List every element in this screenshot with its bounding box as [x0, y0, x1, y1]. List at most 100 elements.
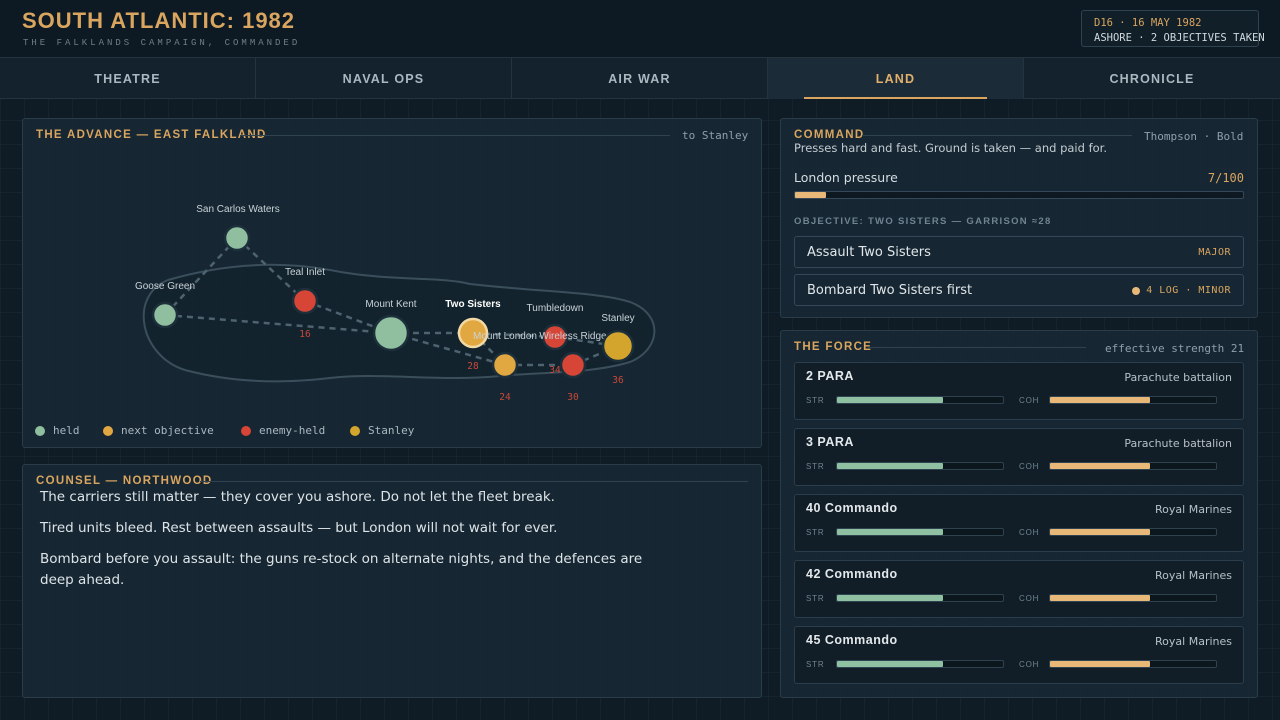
unit-card-2-para[interactable]: 2 PARA Parachute battalion STR COH [794, 362, 1244, 420]
unit-type: Parachute battalion [1124, 437, 1232, 450]
garrison-value-tumbledown: 34 [549, 365, 561, 376]
legend-next-objective-label: next objective [121, 424, 214, 437]
location-label-stanley: Stanley [601, 313, 634, 324]
unit-card-3-para[interactable]: 3 PARA Parachute battalion STR COH [794, 428, 1244, 486]
force-title-rule [868, 347, 1086, 348]
garrison-value-mount-london: 24 [499, 392, 511, 403]
strength-fill [837, 661, 944, 667]
strength-fill [837, 463, 944, 469]
coh-label: COH [1019, 462, 1040, 471]
location-label-mount-kent: Mount Kent [365, 299, 416, 310]
legend-held-label: held [53, 424, 80, 437]
location-label-tumbledown: Tumbledown [527, 303, 584, 314]
london-pressure-fill [795, 192, 827, 198]
unit-card-40-commando[interactable]: 40 Commando Royal Marines STR COH [794, 494, 1244, 552]
strength-fill [837, 397, 944, 403]
cohesion-bar [1049, 462, 1217, 470]
enemy-held-dot-icon [241, 425, 251, 436]
legend-enemy-held: enemy-held [241, 424, 325, 437]
bombard-option-button[interactable]: Bombard Two Sisters first 4 LOG · MINOR [794, 274, 1244, 306]
option-label: Assault Two Sisters [807, 245, 931, 260]
location-node-goose-green[interactable] [151, 301, 179, 329]
command-title-rule [862, 135, 1132, 136]
location-node-stanley[interactable] [601, 329, 635, 363]
location-label-wireless-ridge: Wireless Ridge [539, 331, 607, 342]
option-tag: 4 LOG · MINOR [1132, 285, 1231, 296]
unit-name: 42 Commando [806, 567, 898, 581]
unit-type: Royal Marines [1155, 635, 1232, 648]
cohesion-fill [1050, 529, 1150, 535]
cohesion-fill [1050, 595, 1150, 601]
london-pressure-label: London pressure [794, 170, 898, 185]
unit-card-45-commando[interactable]: 45 Commando Royal Marines STR COH [794, 626, 1244, 684]
location-label-two-sisters: Two Sisters [445, 299, 501, 310]
unit-card-42-commando[interactable]: 42 Commando Royal Marines STR COH [794, 560, 1244, 618]
location-label-teal-inlet: Teal Inlet [285, 267, 325, 278]
counsel-paragraph: Tired units bleed. Rest between assaults… [40, 520, 558, 536]
strength-bar [836, 528, 1004, 536]
unit-type: Parachute battalion [1124, 371, 1232, 384]
legend-held: held [35, 424, 80, 437]
commander-name: Thompson · Bold [1144, 130, 1244, 143]
legend-next-objective: next objective [103, 424, 214, 437]
strength-fill [837, 595, 944, 601]
strength-bar [836, 594, 1004, 602]
cohesion-fill [1050, 463, 1150, 469]
commander-description: Presses hard and fast. Ground is taken —… [794, 141, 1107, 155]
unit-name: 40 Commando [806, 501, 898, 515]
garrison-value-two-sisters: 28 [467, 361, 479, 372]
unit-name: 45 Commando [806, 633, 898, 647]
str-label: STR [806, 594, 825, 603]
option-tag: MAJOR [1198, 247, 1231, 258]
legend-enemy-held-label: enemy-held [259, 424, 326, 437]
location-node-mount-london[interactable] [491, 351, 519, 379]
garrison-value-teal-inlet: 16 [299, 329, 311, 340]
unit-name: 3 PARA [806, 435, 854, 449]
garrison-value-wireless-ridge: 30 [567, 392, 579, 403]
counsel-title: COUNSEL — NORTHWOOD [36, 475, 213, 487]
next-objective-dot-icon [103, 425, 113, 436]
str-label: STR [806, 660, 825, 669]
strength-bar [836, 396, 1004, 404]
effective-strength: effective strength 21 [1105, 342, 1245, 355]
coh-label: COH [1019, 660, 1040, 669]
logistics-dot-icon [1132, 286, 1141, 295]
unit-type: Royal Marines [1155, 569, 1232, 582]
objective-label: OBJECTIVE: TWO SISTERS — GARRISON ≈28 [794, 216, 1052, 227]
london-pressure-value: 7/100 [1207, 171, 1244, 185]
option-label: Bombard Two Sisters first [807, 283, 973, 298]
location-label-san-carlos-waters: San Carlos Waters [196, 204, 280, 215]
strength-bar [836, 462, 1004, 470]
location-label-goose-green: Goose Green [135, 281, 195, 292]
cohesion-bar [1049, 528, 1217, 536]
cohesion-fill [1050, 661, 1150, 667]
location-node-san-carlos-waters[interactable] [223, 224, 251, 252]
counsel-paragraph: The carriers still matter — they cover y… [40, 489, 555, 505]
cohesion-fill [1050, 397, 1150, 403]
london-pressure-bar [794, 191, 1244, 199]
location-label-mount-london: Mount London [473, 331, 537, 342]
location-node-mount-kent[interactable] [372, 314, 410, 352]
location-node-teal-inlet[interactable] [291, 287, 319, 315]
stanley-dot-icon [350, 425, 360, 436]
coh-label: COH [1019, 396, 1040, 405]
str-label: STR [806, 528, 825, 537]
cohesion-bar [1049, 594, 1217, 602]
unit-name: 2 PARA [806, 369, 854, 383]
counsel-title-rule [200, 481, 748, 482]
coh-label: COH [1019, 528, 1040, 537]
legend-stanley-label: Stanley [368, 424, 415, 437]
force-title: THE FORCE [794, 341, 873, 353]
cohesion-bar [1049, 396, 1217, 404]
unit-type: Royal Marines [1155, 503, 1232, 516]
held-dot-icon [35, 425, 45, 436]
location-node-wireless-ridge[interactable] [559, 351, 587, 379]
strength-bar [836, 660, 1004, 668]
garrison-value-stanley: 36 [612, 375, 624, 386]
str-label: STR [806, 396, 825, 405]
str-label: STR [806, 462, 825, 471]
legend-stanley: Stanley [350, 424, 414, 437]
assault-option-button[interactable]: Assault Two Sisters MAJOR [794, 236, 1244, 268]
command-title: COMMAND [794, 129, 865, 141]
coh-label: COH [1019, 594, 1040, 603]
